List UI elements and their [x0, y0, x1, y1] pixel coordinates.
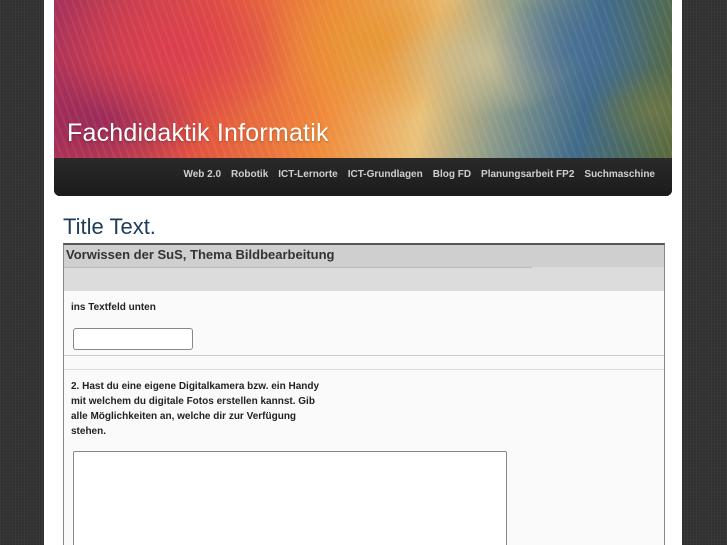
question-2-label: 2. Hast du eine eigene Digitalkamera bzw… — [71, 381, 320, 437]
content-title: Title Text. — [63, 214, 156, 239]
survey-form: Vorwissen der SuS, Thema Bildbearbeitung… — [63, 243, 665, 545]
nav-list: Web 2.0 Robotik ICT-Lernorte ICT-Grundla… — [178, 169, 660, 180]
site-title[interactable]: Fachdidaktik Informatik — [67, 119, 329, 148]
nav-item-web-2-0[interactable]: Web 2.0 — [178, 169, 226, 180]
form-title: Vorwissen der SuS, Thema Bildbearbeitung — [66, 247, 335, 262]
nav-item-ict-lernorte[interactable]: ICT-Lernorte — [273, 169, 342, 180]
nav-item-ict-grundlagen[interactable]: ICT-Grundlagen — [343, 169, 428, 180]
nav-item-robotik[interactable]: Robotik — [226, 169, 273, 180]
nav-item-blog-fd[interactable]: Blog FD — [428, 169, 476, 180]
site-header: Fachdidaktik Informatik Web 2.0 Robotik … — [54, 0, 672, 196]
nav-item-suchmaschine[interactable]: Suchmaschine — [579, 169, 660, 180]
main-navigation: Web 2.0 Robotik ICT-Lernorte ICT-Grundla… — [54, 158, 672, 196]
form-header-divider — [64, 267, 532, 268]
page: Fachdidaktik Informatik Web 2.0 Robotik … — [44, 0, 682, 545]
form-header: Vorwissen der SuS, Thema Bildbearbeitung — [64, 245, 664, 291]
question-divider-secondary — [64, 369, 664, 370]
question-2-textarea[interactable] — [73, 451, 507, 545]
question-1-label: ins Textfeld unten — [71, 302, 156, 313]
question-1-input[interactable] — [73, 328, 193, 350]
question-divider — [64, 355, 664, 356]
nav-item-planungsarbeit-fp2[interactable]: Planungsarbeit FP2 — [476, 169, 579, 180]
